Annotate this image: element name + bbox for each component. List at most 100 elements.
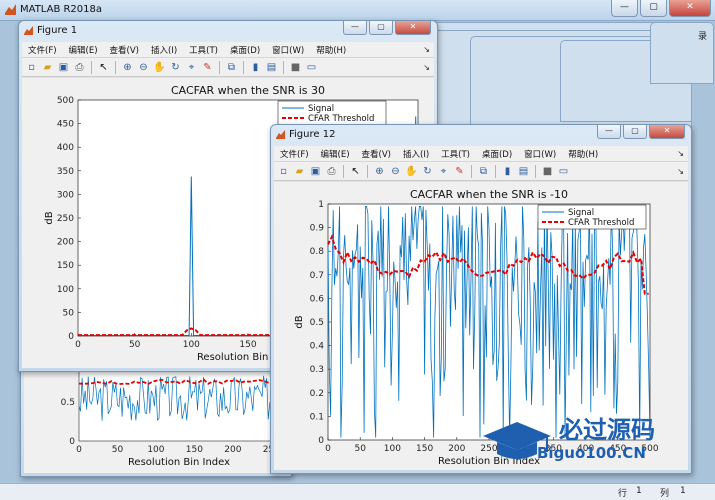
y-tick-label: 300 [57,190,74,200]
figure1-minimize-button[interactable]: — [343,21,367,35]
col-value: 1 [680,486,686,496]
chart-legend: SignalCFAR Threshold [537,204,647,230]
lower-chart: 00.5050100150200250Resolution Bin Index [61,362,280,468]
toolbar-overflow-icon[interactable]: ↘ [423,63,434,72]
rotate-icon[interactable]: ↻ [421,165,434,178]
figure12-title: Figure 12 [289,129,336,140]
legend-icon[interactable]: ▤ [517,165,530,178]
lower-y-tick-label: 0.5 [61,398,75,408]
data-cursor-icon[interactable]: ⌖ [185,61,198,74]
open-folder-icon[interactable]: ▰ [41,61,54,74]
y-tick-label: 0.8 [310,247,325,257]
menu-desktop[interactable]: 桌面(D) [224,44,266,56]
rotate-icon[interactable]: ↻ [169,61,182,74]
menu-help[interactable]: 帮助(H) [562,148,604,160]
maximize-button[interactable]: ▢ [640,0,667,17]
print-icon[interactable]: ⎙ [325,165,338,178]
figure1-close-button[interactable]: ✕ [395,21,431,35]
menu-window[interactable]: 窗口(W) [266,44,310,56]
lower-y-tick-label: 0 [69,437,75,447]
figure-icon [276,130,285,139]
background-figure-window[interactable]: 录 [650,22,714,84]
menu-view[interactable]: 查看(V) [356,148,397,160]
figure-icon [24,26,33,35]
zoom-in-icon[interactable]: ⊕ [121,61,134,74]
figure1-title: Figure 1 [37,25,78,36]
y-tick-label: 200 [57,238,74,248]
save-icon[interactable]: ▣ [57,61,70,74]
menu-edit[interactable]: 编辑(E) [315,148,356,160]
legend-icon[interactable]: ▤ [265,61,278,74]
row-label: 行 [618,489,628,499]
y-tick-label: 0.9 [310,224,325,234]
open-folder-icon[interactable]: ▰ [293,165,306,178]
brush-icon[interactable]: ✎ [453,165,466,178]
x-tick-label: 0 [325,444,331,454]
colorbar-icon[interactable]: ▮ [249,61,262,74]
figure12-menubar: 文件(F) 编辑(E) 查看(V) 插入(I) 工具(T) 桌面(D) 窗口(W… [274,146,688,162]
pointer-icon[interactable]: ↖ [349,165,362,178]
menu-overflow-icon[interactable]: ↘ [423,45,434,54]
zoom-in-icon[interactable]: ⊕ [373,165,386,178]
toolbar-overflow-icon[interactable]: ↘ [677,167,688,176]
x-tick-label: 0 [75,340,81,350]
figure1-maximize-button[interactable]: ▢ [369,21,393,35]
figure12-minimize-button[interactable]: — [597,125,621,139]
menu-view[interactable]: 查看(V) [104,44,145,56]
menu-tools[interactable]: 工具(T) [183,44,224,56]
watermark-logo: 必过源码 Biguo100.CN [483,416,655,462]
y-tick-label: 0.3 [310,365,324,375]
y-tick-label: 0.4 [310,342,325,352]
minimize-button[interactable]: — [611,0,638,17]
brush-icon[interactable]: ✎ [201,61,214,74]
side-label: 录 [697,32,707,42]
lower-x-tick-label: 50 [112,445,124,455]
menu-insert[interactable]: 插入(I) [145,44,183,56]
close-button[interactable]: ✕ [669,0,711,17]
legend-threshold-label: CFAR Threshold [568,218,634,228]
menu-desktop[interactable]: 桌面(D) [476,148,518,160]
background-figure-lower[interactable]: 00.5050100150200250Resolution Bin Index [20,360,292,477]
menu-overflow-icon[interactable]: ↘ [677,149,688,158]
menu-file[interactable]: 文件(F) [22,44,63,56]
status-bar: 行 1 列 1 [0,483,715,500]
x-tick-label: 150 [239,340,256,350]
menu-insert[interactable]: 插入(I) [397,148,435,160]
col-label: 列 [660,489,670,499]
print-icon[interactable]: ⎙ [73,61,86,74]
watermark-subtext: Biguo100.CN [537,444,646,462]
colorbar-icon[interactable]: ▮ [501,165,514,178]
new-file-icon[interactable]: ▫ [277,165,290,178]
show-plot-tools-icon[interactable]: ▭ [557,165,570,178]
zoom-out-icon[interactable]: ⊖ [389,165,402,178]
y-axis-label: dB [44,211,55,224]
lower-x-tick-label: 200 [224,445,241,455]
watermark-text: 必过源码 [559,416,655,444]
lower-x-tick-label: 100 [147,445,164,455]
figure12-close-button[interactable]: ✕ [649,125,685,139]
matlab-logo-icon [5,4,16,15]
menu-file[interactable]: 文件(F) [274,148,315,160]
menu-window[interactable]: 窗口(W) [518,148,562,160]
show-plot-tools-icon[interactable]: ▭ [305,61,318,74]
save-icon[interactable]: ▣ [309,165,322,178]
pan-hand-icon[interactable]: ✋ [405,165,418,178]
chart-legend: SignalCFAR Threshold [277,100,387,126]
hide-plot-tools-icon[interactable]: ■ [541,165,554,178]
data-cursor-icon[interactable]: ⌖ [437,165,450,178]
y-tick-label: 1 [318,200,324,210]
app-title: MATLAB R2018a [20,4,103,15]
hide-plot-tools-icon[interactable]: ■ [289,61,302,74]
new-file-icon[interactable]: ▫ [25,61,38,74]
menu-help[interactable]: 帮助(H) [310,44,352,56]
lower-x-tick-label: 0 [76,445,82,455]
menu-edit[interactable]: 编辑(E) [63,44,104,56]
menu-tools[interactable]: 工具(T) [435,148,476,160]
pointer-icon[interactable]: ↖ [97,61,110,74]
zoom-out-icon[interactable]: ⊖ [137,61,150,74]
figure12-maximize-button[interactable]: ▢ [623,125,647,139]
legend-signal-label: Signal [308,104,334,114]
link-plot-icon[interactable]: ⧉ [225,61,238,74]
link-plot-icon[interactable]: ⧉ [477,165,490,178]
pan-hand-icon[interactable]: ✋ [153,61,166,74]
